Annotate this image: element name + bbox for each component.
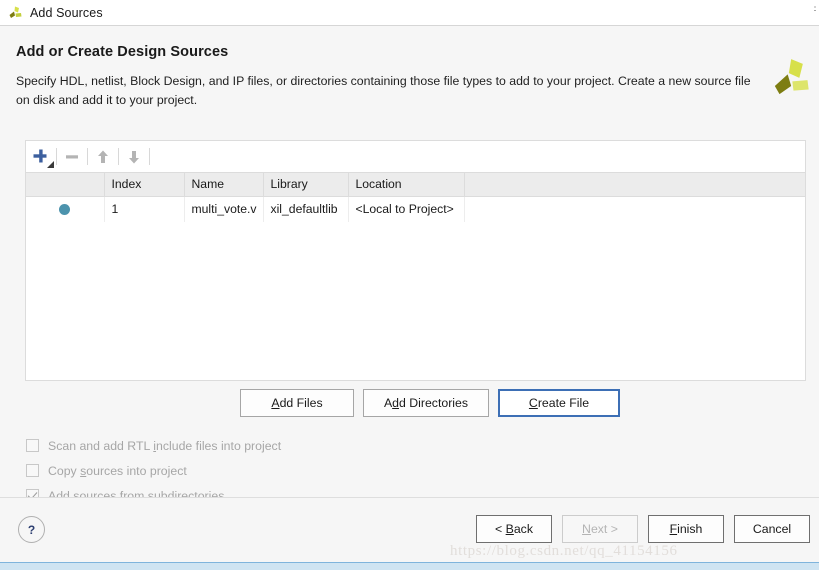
column-header-location[interactable]: Location xyxy=(348,173,465,197)
remove-source-button[interactable] xyxy=(57,142,87,172)
cancel-label: Cancel xyxy=(752,522,792,536)
table-row[interactable]: 1 multi_vote.v xil_defaultlib <Local to … xyxy=(26,196,805,222)
row-status-cell xyxy=(26,196,105,222)
copy-sources-label: Copy sources into project xyxy=(48,463,187,478)
create-file-button[interactable]: Create File xyxy=(498,389,620,417)
xilinx-logo-icon xyxy=(9,6,22,18)
finish-button[interactable]: Finish xyxy=(648,515,724,543)
column-header-status[interactable] xyxy=(26,173,105,197)
sources-table: Index Name Library Location 1 multi_vote… xyxy=(26,173,805,222)
row-filler-cell xyxy=(464,196,805,222)
wizard-navigation-buttons: < Back Next > Finish Cancel xyxy=(476,515,810,543)
sources-table-body: 1 multi_vote.v xil_defaultlib <Local to … xyxy=(26,196,805,222)
add-source-button[interactable] xyxy=(26,142,56,172)
add-sources-dialog: Add Sources ⋮ Add or Create Design Sourc… xyxy=(0,0,819,570)
scan-rtl-include-label: Scan and add RTL include files into proj… xyxy=(48,438,282,453)
back-label: < Back xyxy=(495,522,533,536)
next-label: Next > xyxy=(582,522,618,536)
source-action-buttons: Add Files Add Directories Create File xyxy=(240,389,620,417)
add-files-button[interactable]: Add Files xyxy=(240,389,354,417)
finish-label: Finish xyxy=(669,522,703,536)
column-header-library[interactable]: Library xyxy=(263,173,349,197)
option-scan-rtl-include[interactable]: Scan and add RTL include files into proj… xyxy=(26,433,281,458)
page-title: Add or Create Design Sources xyxy=(16,44,229,60)
window-bottom-strip xyxy=(0,562,819,570)
sources-toolbar xyxy=(26,141,805,173)
sources-panel: Index Name Library Location 1 multi_vote… xyxy=(25,140,806,381)
window-title: Add Sources xyxy=(30,5,103,20)
help-button[interactable]: ? xyxy=(18,516,45,543)
column-header-filler xyxy=(464,173,805,197)
window-title-bar: Add Sources ⋮ xyxy=(0,0,819,26)
xilinx-brand-logo-icon xyxy=(774,59,809,95)
create-file-label: Create File xyxy=(528,396,590,410)
add-directories-label: Add Directories xyxy=(383,396,469,410)
arrow-down-icon xyxy=(129,150,139,163)
row-index-cell: 1 xyxy=(104,196,185,222)
row-location-cell[interactable]: <Local to Project> xyxy=(348,196,465,222)
copy-sources-checkbox[interactable] xyxy=(26,464,39,477)
dialog-content: Add or Create Design Sources Specify HDL… xyxy=(0,26,819,503)
column-header-name[interactable]: Name xyxy=(184,173,264,197)
row-library-cell[interactable]: xil_defaultlib xyxy=(263,196,349,222)
sources-table-header: Index Name Library Location xyxy=(26,173,805,197)
option-copy-sources[interactable]: Copy sources into project xyxy=(26,458,281,483)
scan-rtl-include-checkbox[interactable] xyxy=(26,439,39,452)
back-button[interactable]: < Back xyxy=(476,515,552,543)
minus-icon xyxy=(66,154,78,158)
table-header-row: Index Name Library Location xyxy=(26,173,805,197)
source-status-dot-icon xyxy=(59,203,71,215)
toolbar-divider xyxy=(149,148,150,165)
chevron-down-icon xyxy=(47,160,54,168)
dialog-footer: ? < Back Next > Finish Cancel xyxy=(0,498,819,562)
row-name-cell[interactable]: multi_vote.v xyxy=(184,196,264,222)
move-up-button[interactable] xyxy=(88,142,118,172)
add-directories-button[interactable]: Add Directories xyxy=(363,389,489,417)
page-description: Specify HDL, netlist, Block Design, and … xyxy=(16,74,751,107)
close-icon[interactable]: ⋮ xyxy=(810,4,818,18)
cancel-button[interactable]: Cancel xyxy=(734,515,810,543)
add-files-label: Add Files xyxy=(271,396,323,410)
next-button: Next > xyxy=(562,515,638,543)
move-down-button[interactable] xyxy=(119,142,149,172)
column-header-index[interactable]: Index xyxy=(104,173,185,197)
arrow-up-icon xyxy=(98,150,108,163)
